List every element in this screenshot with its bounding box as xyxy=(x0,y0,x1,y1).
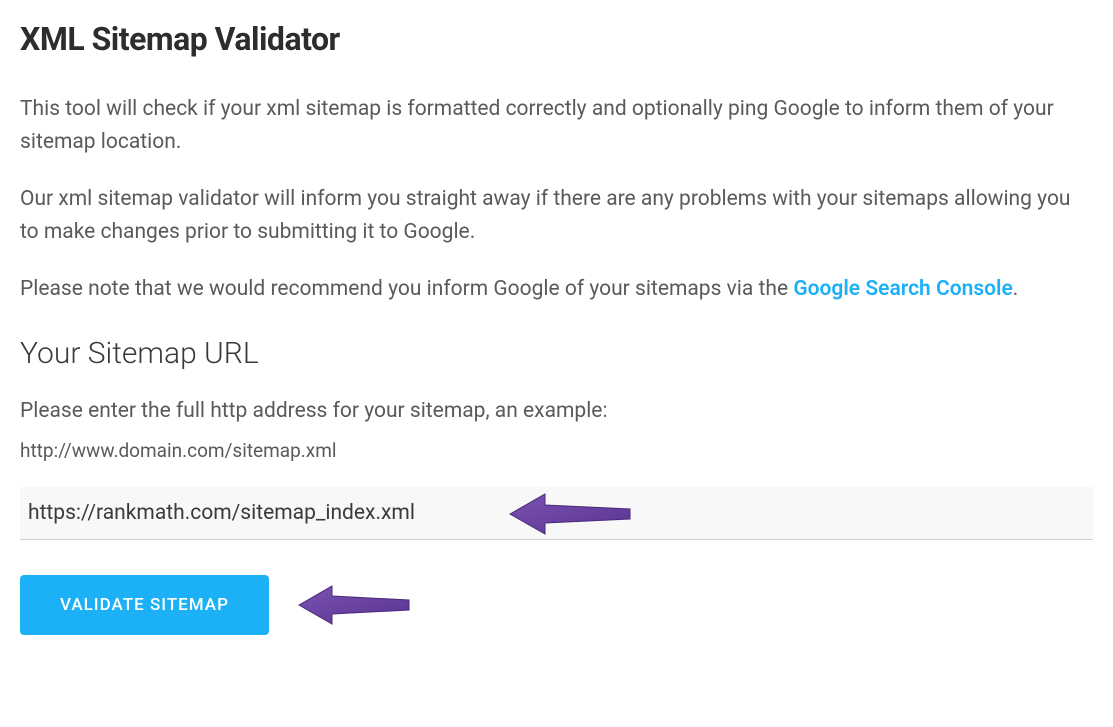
google-search-console-link[interactable]: Google Search Console xyxy=(793,277,1012,301)
description-3-prefix: Please note that we would recommend you … xyxy=(20,277,793,301)
description-2: Our xml sitemap validator will inform yo… xyxy=(20,183,1093,248)
section-title: Your Sitemap URL xyxy=(20,336,1093,371)
description-3: Please note that we would recommend you … xyxy=(20,273,1093,306)
description-1: This tool will check if your xml sitemap… xyxy=(20,93,1093,158)
validate-button[interactable]: VALIDATE SITEMAP xyxy=(20,575,269,635)
example-text: http://www.domain.com/sitemap.xml xyxy=(20,439,1093,462)
description-3-suffix: . xyxy=(1013,277,1019,301)
input-label: Please enter the full http address for y… xyxy=(20,396,1093,428)
arrow-left-icon xyxy=(294,581,414,629)
arrow-left-icon xyxy=(505,489,635,539)
page-title: XML Sitemap Validator xyxy=(20,20,1093,58)
